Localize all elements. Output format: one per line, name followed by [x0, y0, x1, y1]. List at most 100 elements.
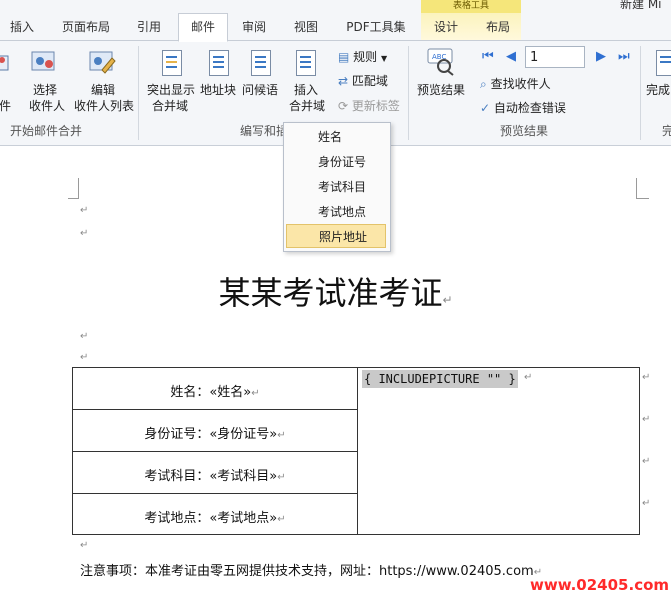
paragraph-mark: ↵ [442, 293, 453, 307]
window-title: 新建 Mi [620, 0, 662, 11]
group-separator [138, 46, 139, 140]
previous-record-icon[interactable]: ◀ [506, 48, 516, 66]
edit-recipient-list-label-bottom: 收件人列表 [73, 99, 134, 113]
highlight-merge-fields-label-top: 突出显示 [146, 83, 195, 97]
update-labels-button[interactable]: ⟳ 更新标签 [338, 97, 400, 115]
highlight-fields-icon [162, 50, 182, 76]
table-row[interactable]: 考试科目：«考试科目»↵ [73, 465, 357, 484]
paragraph-mark: ↵ [80, 352, 89, 363]
paragraph-mark: ↵ [80, 228, 89, 239]
finish-merge-label: 完成 [646, 83, 671, 97]
group-preview-results: 预览结果 [500, 124, 549, 138]
auto-check-errors-button[interactable]: ✓ 自动检查错误 [480, 99, 566, 117]
tab-pdf-tools[interactable]: PDF工具集 [340, 14, 412, 40]
match-fields-label: 匹配域 [351, 74, 388, 88]
row-label: 考试科目： [144, 469, 210, 484]
address-block-label: 地址块 [199, 83, 236, 97]
tab-mailings[interactable]: 邮件 [178, 13, 228, 42]
admission-ticket-table: 姓名：«姓名»↵ 身份证号：«身份证号»↵ 考试科目：«考试科目»↵ 考试地点：… [72, 367, 640, 535]
tab-review[interactable]: 审阅 [236, 14, 272, 40]
select-recipients-label-bottom: 收件人 [28, 99, 65, 113]
find-recipient-icon: ⌕ [480, 77, 487, 91]
update-labels-label: 更新标签 [351, 99, 400, 113]
address-block-icon [209, 50, 229, 76]
watermark: www.02405.com [530, 576, 670, 594]
cell-end-mark: ↵ [524, 372, 533, 383]
update-labels-icon: ⟳ [338, 99, 349, 113]
group-finish: 完 [662, 124, 671, 138]
find-recipient-label: 查找收件人 [490, 77, 551, 91]
menu-item-exam-location[interactable]: 考试地点 [286, 200, 386, 224]
greeting-line-label: 问候语 [241, 83, 278, 97]
table-row[interactable]: 考试地点：«考试地点»↵ [73, 507, 357, 526]
group-separator [640, 46, 641, 140]
row-end-mark: ↵ [642, 456, 651, 467]
document-title-line: 某某考试准考证↵ [0, 268, 671, 314]
menu-item-photo-address[interactable]: 照片地址 [286, 224, 386, 248]
document-title: 某某考试准考证 [218, 274, 443, 312]
greeting-line-icon [251, 50, 271, 76]
tab-page-layout[interactable]: 页面布局 [56, 14, 116, 40]
insert-merge-field-icon [296, 50, 316, 76]
paragraph-mark: ↵ [80, 331, 89, 342]
cell-end-mark: ↵ [277, 514, 286, 525]
tab-references[interactable]: 引用 [130, 14, 168, 40]
envelope-icon [0, 48, 20, 76]
merge-field[interactable]: «身份证号» [209, 427, 277, 442]
chevron-down-icon: ▼ [381, 54, 388, 63]
menu-item-id-number[interactable]: 身份证号 [286, 150, 386, 174]
edit-recipient-list-label-top: 编辑 [90, 83, 115, 97]
preview-results-label: 预览结果 [416, 83, 465, 97]
next-record-icon[interactable]: ▶ [596, 48, 606, 66]
row-end-mark: ↵ [642, 498, 651, 509]
highlight-merge-fields-label-bottom: 合并域 [151, 99, 188, 113]
tab-insert[interactable]: 插入 [4, 14, 40, 40]
merge-field[interactable]: «姓名» [209, 385, 251, 400]
row-label: 身份证号： [144, 427, 210, 442]
context-tab-group-header: 表格工具 [421, 0, 521, 13]
match-fields-button[interactable]: ⇄ 匹配域 [338, 72, 388, 90]
start-mail-merge-label: 件 [0, 99, 11, 113]
merge-field[interactable]: «考试地点» [209, 511, 277, 526]
record-number-input[interactable]: 1 [525, 46, 585, 68]
cell-end-mark: ↵ [277, 430, 286, 441]
tab-design[interactable]: 设计 [428, 14, 464, 40]
insert-merge-field-label-top: 插入 [293, 83, 318, 97]
tab-layout[interactable]: 布局 [480, 14, 516, 40]
rules-button[interactable]: ▤ 规则 ▼ [338, 48, 387, 66]
row-divider [73, 409, 357, 410]
auto-check-errors-label: 自动检查错误 [493, 101, 566, 115]
paragraph-mark: ↵ [80, 540, 89, 551]
auto-check-errors-icon: ✓ [480, 101, 491, 115]
merge-field[interactable]: «考试科目» [209, 469, 277, 484]
menu-item-name[interactable]: 姓名 [286, 125, 386, 149]
first-record-icon[interactable]: ⏮ [482, 48, 494, 66]
table-row[interactable]: 身份证号：«身份证号»↵ [73, 423, 357, 442]
margin-corner-mark [68, 178, 79, 199]
match-fields-icon: ⇄ [338, 74, 349, 88]
edit-recipient-list-icon [88, 48, 116, 76]
rules-label: 规则 [353, 50, 378, 64]
margin-corner-mark [636, 178, 649, 199]
row-label: 考试地点： [144, 511, 210, 526]
find-recipient-button[interactable]: ⌕ 查找收件人 [480, 75, 551, 93]
paragraph-mark: ↵ [80, 205, 89, 216]
notice-line: 注意事项：本准考证由零五网提供技术支持，网址：https://www.02405… [80, 560, 542, 579]
menu-item-exam-subject[interactable]: 考试科目 [286, 175, 386, 199]
insert-merge-field-label-bottom: 合并域 [288, 99, 325, 113]
tab-view[interactable]: 视图 [288, 14, 324, 40]
notice-text: 注意事项：本准考证由零五网提供技术支持，网址：https://www.02405… [80, 564, 534, 579]
select-recipients-label-top: 选择 [32, 83, 57, 97]
includepicture-field-code[interactable]: { INCLUDEPICTURE "" } [362, 370, 518, 388]
column-divider [357, 368, 358, 534]
row-divider [73, 493, 357, 494]
finish-merge-icon [656, 50, 671, 76]
row-end-mark: ↵ [642, 414, 651, 425]
row-end-mark: ↵ [642, 372, 651, 383]
row-label: 姓名： [170, 385, 210, 400]
table-row[interactable]: 姓名：«姓名»↵ [73, 381, 357, 400]
cell-end-mark: ↵ [277, 472, 286, 483]
rules-icon: ▤ [338, 50, 350, 64]
group-separator [408, 46, 409, 140]
last-record-icon[interactable]: ⏭ [618, 48, 630, 66]
